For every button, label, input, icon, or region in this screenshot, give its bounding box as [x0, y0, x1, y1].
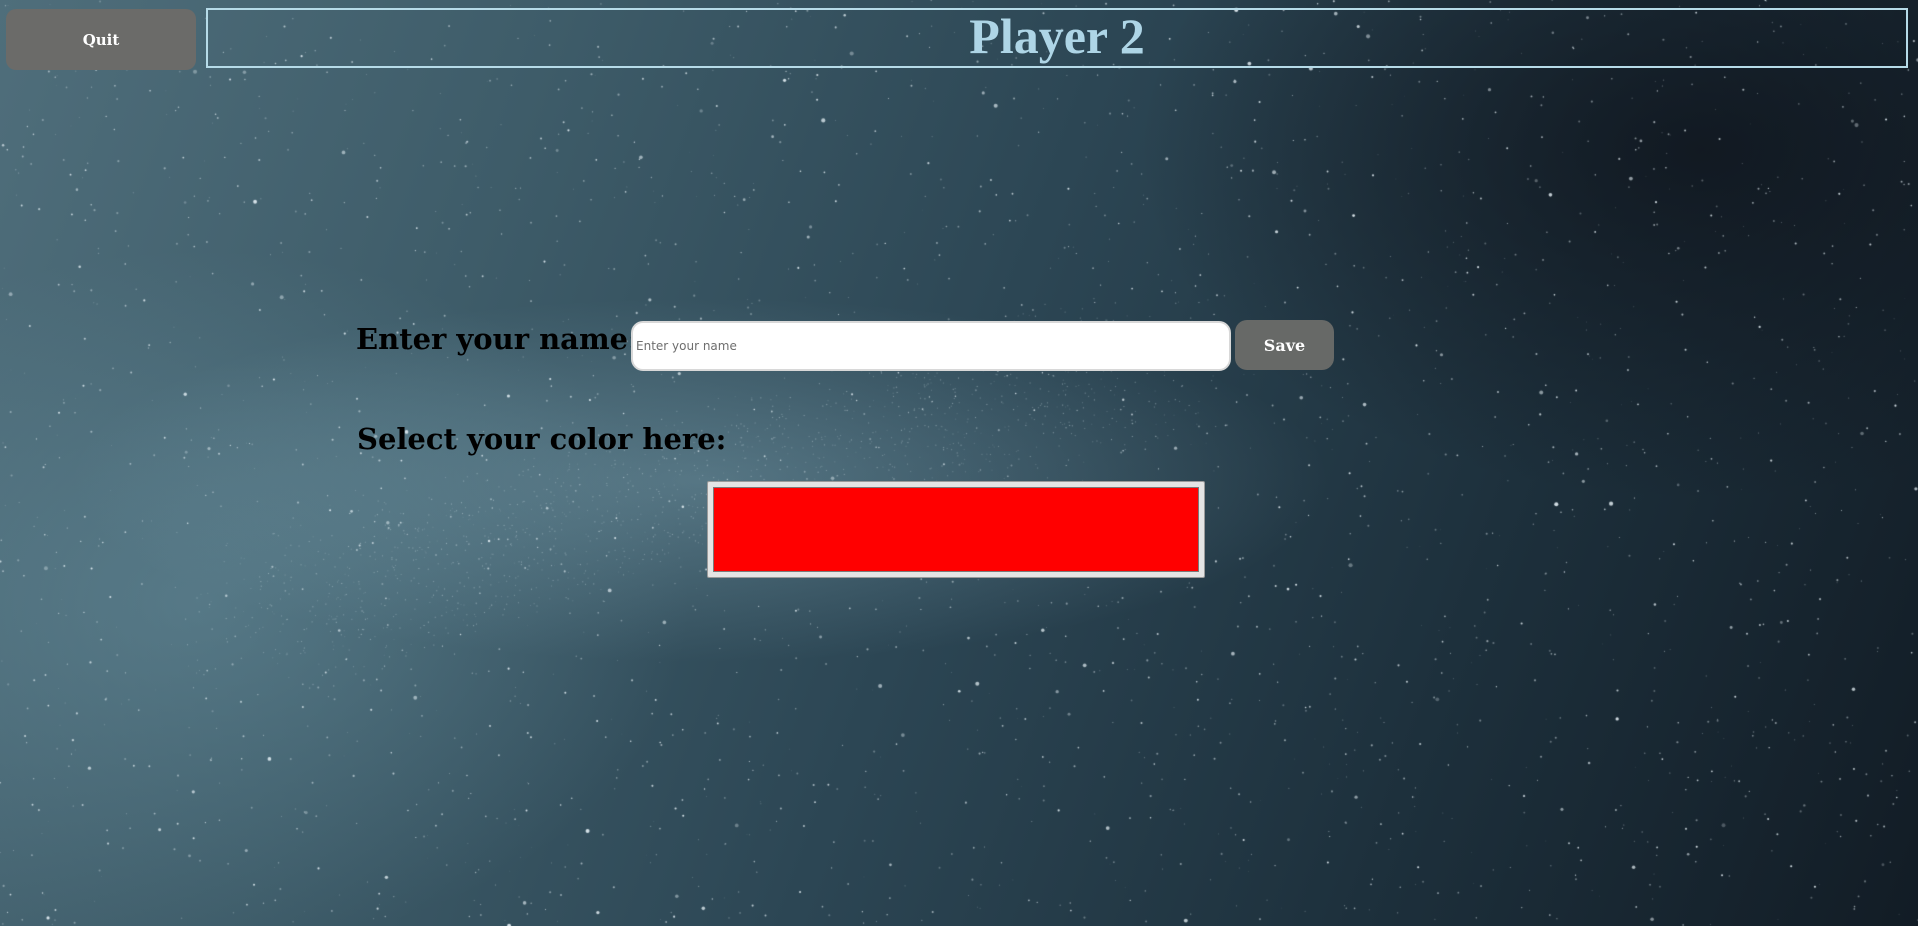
- name-input[interactable]: [631, 321, 1231, 371]
- name-label: Enter your name:: [356, 322, 639, 356]
- starfield-background: [0, 0, 1918, 926]
- page-title: Player 2: [969, 8, 1145, 64]
- save-button[interactable]: Save: [1235, 320, 1334, 370]
- quit-button[interactable]: Quit: [6, 9, 196, 70]
- color-label: Select your color here:: [357, 422, 727, 456]
- title-banner: Player 2: [206, 8, 1908, 68]
- color-swatch: [713, 487, 1199, 572]
- color-picker[interactable]: [707, 481, 1205, 578]
